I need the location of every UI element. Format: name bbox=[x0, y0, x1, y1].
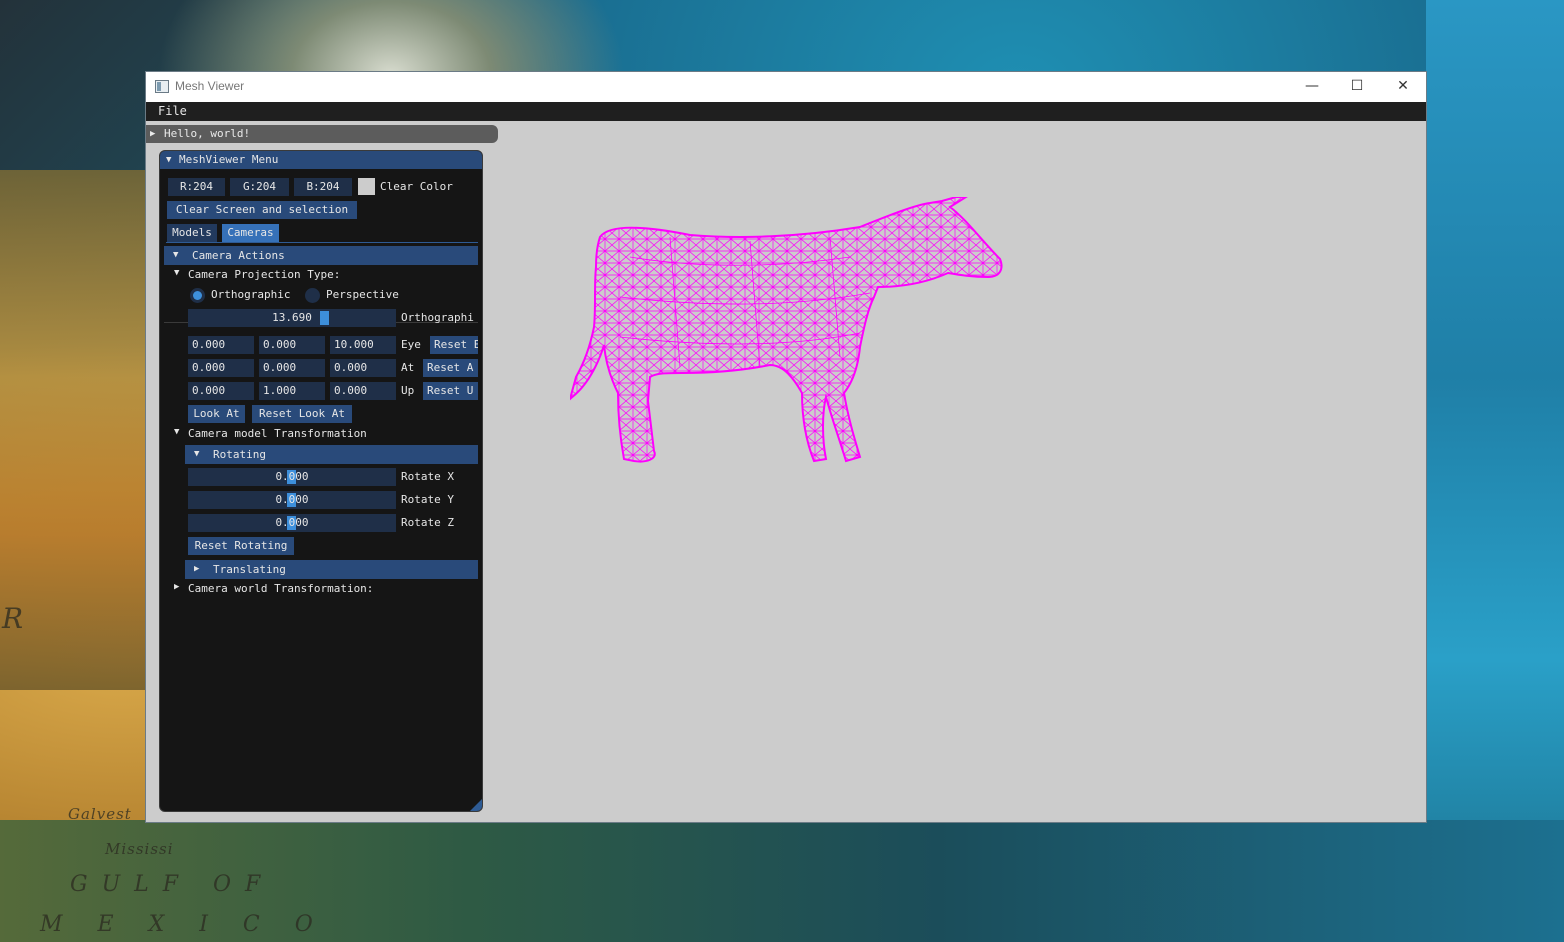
camera-actions-header[interactable]: ▼ Camera Actions bbox=[164, 246, 478, 265]
rotate-x-label: Rotate X bbox=[401, 470, 454, 483]
eye-y-field[interactable]: 0.000 bbox=[259, 336, 325, 354]
rotate-y-slider[interactable]: 0.000 bbox=[188, 491, 396, 509]
cow-mesh bbox=[570, 197, 1003, 463]
clear-color-label: Clear Color bbox=[380, 180, 453, 193]
mesh-viewer-window: Mesh Viewer — ☐ ✕ File ▶ Hello, world! ▼… bbox=[146, 72, 1426, 822]
rotate-z-value: 0.000 bbox=[275, 516, 309, 529]
expand-arrow-icon: ▼ bbox=[194, 449, 200, 459]
up-y-field[interactable]: 1.000 bbox=[259, 382, 325, 400]
maximize-button[interactable]: ☐ bbox=[1334, 72, 1380, 102]
at-x-field[interactable]: 0.000 bbox=[188, 359, 254, 377]
reset-rotating-button[interactable]: Reset Rotating bbox=[188, 537, 294, 555]
perspective-label: Perspective bbox=[326, 288, 399, 301]
at-z-field[interactable]: 0.000 bbox=[330, 359, 396, 377]
collapse-arrow-icon[interactable]: ▼ bbox=[166, 151, 171, 169]
camera-actions-label: Camera Actions bbox=[192, 249, 285, 262]
tab-models[interactable]: Models bbox=[167, 224, 217, 242]
rotating-header[interactable]: ▼ Rotating bbox=[185, 445, 478, 464]
rotate-x-value: 0.000 bbox=[275, 470, 309, 483]
rotate-x-slider[interactable]: 0.000 bbox=[188, 468, 396, 486]
orthographic-slider[interactable]: 13.690 bbox=[188, 309, 396, 327]
at-label: At bbox=[401, 361, 415, 374]
expand-arrow-icon[interactable]: ▼ bbox=[174, 268, 179, 278]
collapse-arrow-icon[interactable]: ▶ bbox=[174, 582, 179, 592]
menu-file[interactable]: File bbox=[158, 104, 187, 118]
resize-grip[interactable] bbox=[470, 799, 482, 811]
close-button[interactable]: ✕ bbox=[1380, 72, 1426, 102]
reset-at-button[interactable]: Reset A bbox=[423, 359, 478, 377]
hello-window-title: Hello, world! bbox=[164, 127, 251, 140]
collapse-arrow-icon[interactable]: ▶ bbox=[150, 125, 155, 143]
rotate-z-slider[interactable]: 0.000 bbox=[188, 514, 396, 532]
rotate-y-value: 0.000 bbox=[275, 493, 309, 506]
slider-grab[interactable] bbox=[320, 311, 329, 325]
meshviewer-menu-panel: ▼ MeshViewer Menu R:204 G:204 B:204 Clea… bbox=[159, 150, 483, 812]
map-label: R bbox=[2, 602, 25, 635]
map-label: GULF OF bbox=[70, 872, 275, 897]
eye-x-field[interactable]: 0.000 bbox=[188, 336, 254, 354]
clear-color-r-field[interactable]: R:204 bbox=[168, 178, 225, 196]
perspective-radio[interactable] bbox=[305, 288, 320, 303]
orthographic-label: Orthographic bbox=[211, 288, 291, 301]
tab-underline bbox=[166, 242, 478, 243]
expand-arrow-icon[interactable]: ▼ bbox=[174, 427, 179, 437]
panel-title-bar[interactable]: ▼ MeshViewer Menu bbox=[160, 151, 482, 169]
clear-color-b-field[interactable]: B:204 bbox=[294, 178, 352, 196]
rotating-label: Rotating bbox=[213, 448, 266, 461]
title-bar[interactable]: Mesh Viewer — ☐ ✕ bbox=[146, 72, 1426, 102]
clear-screen-button[interactable]: Clear Screen and selection bbox=[167, 201, 357, 219]
up-x-field[interactable]: 0.000 bbox=[188, 382, 254, 400]
collapse-arrow-icon: ▶ bbox=[194, 564, 200, 574]
rotate-z-label: Rotate Z bbox=[401, 516, 454, 529]
clear-color-swatch[interactable] bbox=[358, 178, 375, 195]
translating-header[interactable]: ▶ Translating bbox=[185, 560, 478, 579]
translating-label: Translating bbox=[213, 563, 286, 576]
up-z-field[interactable]: 0.000 bbox=[330, 382, 396, 400]
hello-world-window[interactable]: ▶ Hello, world! bbox=[146, 125, 498, 143]
reset-eye-button[interactable]: Reset E bbox=[430, 336, 478, 354]
world-transformation-label[interactable]: Camera world Transformation: bbox=[188, 580, 373, 598]
up-label: Up bbox=[401, 384, 415, 397]
rotate-y-label: Rotate Y bbox=[401, 493, 454, 506]
eye-z-field[interactable]: 10.000 bbox=[330, 336, 396, 354]
projection-type-label[interactable]: Camera Projection Type: bbox=[188, 266, 340, 284]
orthographic-radio[interactable] bbox=[190, 288, 205, 303]
render-viewport[interactable]: ▶ Hello, world! ▼ MeshViewer Menu R:204 … bbox=[146, 121, 1426, 822]
expand-arrow-icon: ▼ bbox=[173, 250, 179, 260]
tab-cameras[interactable]: Cameras bbox=[222, 224, 279, 242]
clear-color-g-field[interactable]: G:204 bbox=[230, 178, 289, 196]
reset-up-button[interactable]: Reset U bbox=[423, 382, 478, 400]
minimize-button[interactable]: — bbox=[1289, 72, 1335, 102]
app-icon bbox=[155, 80, 169, 93]
panel-title: MeshViewer Menu bbox=[179, 153, 279, 166]
model-transformation-label[interactable]: Camera model Transformation bbox=[188, 425, 367, 443]
desktop-wallpaper-ocean bbox=[1426, 0, 1564, 942]
map-label: Mississi bbox=[105, 840, 174, 858]
reset-look-at-button[interactable]: Reset Look At bbox=[252, 405, 352, 423]
look-at-button[interactable]: Look At bbox=[188, 405, 245, 423]
menu-bar: File bbox=[146, 102, 1426, 121]
orthographic-slider-label: Orthographi bbox=[401, 311, 474, 324]
window-title: Mesh Viewer bbox=[175, 79, 245, 93]
map-label: Galvest bbox=[68, 805, 132, 823]
at-y-field[interactable]: 0.000 bbox=[259, 359, 325, 377]
eye-label: Eye bbox=[401, 338, 421, 351]
map-label: M E X I C O bbox=[40, 912, 327, 937]
orthographic-slider-value: 13.690 bbox=[272, 311, 312, 324]
